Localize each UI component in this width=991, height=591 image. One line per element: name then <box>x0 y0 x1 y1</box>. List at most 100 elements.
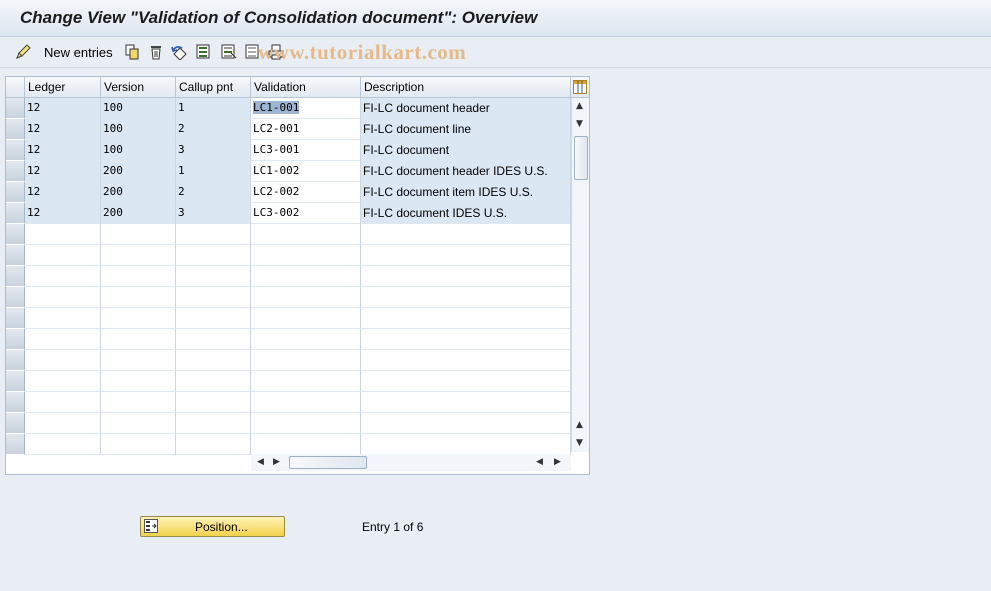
column-header-ledger[interactable]: Ledger <box>25 77 101 98</box>
row-selector[interactable] <box>6 203 25 224</box>
cell-validation[interactable]: LC2-001 <box>251 119 361 140</box>
cell-description: FI-LC document item IDES U.S. <box>361 182 571 203</box>
empty-cell <box>176 287 251 308</box>
empty-cell <box>176 329 251 350</box>
empty-cell <box>25 266 101 287</box>
undo-icon[interactable] <box>171 43 189 61</box>
empty-cell <box>101 266 176 287</box>
cell-validation[interactable]: LC2-002 <box>251 182 361 203</box>
cell-validation[interactable]: LC1-002 <box>251 161 361 182</box>
row-selector[interactable] <box>6 350 25 371</box>
scroll-up-arrow[interactable]: ▲ <box>576 101 583 111</box>
scroll-left-arrow[interactable]: ◀ <box>257 457 264 467</box>
cell-callup-pnt: 2 <box>176 182 251 203</box>
cell-validation[interactable]: LC1-001 <box>251 98 361 119</box>
row-selector[interactable] <box>6 329 25 350</box>
empty-cell <box>25 287 101 308</box>
column-header-validation[interactable]: Validation <box>251 77 361 98</box>
cell-ledger: 12 <box>25 140 101 161</box>
empty-cell <box>361 308 571 329</box>
cell-validation[interactable]: LC3-001 <box>251 140 361 161</box>
cell-ledger: 12 <box>25 98 101 119</box>
cell-ledger: 12 <box>25 161 101 182</box>
table-control: Ledger Version Callup pnt Validation Des… <box>5 76 590 475</box>
table-settings-icon[interactable] <box>573 80 587 94</box>
empty-cell <box>251 308 361 329</box>
copy-icon[interactable] <box>124 43 140 61</box>
empty-cell <box>25 224 101 245</box>
row-selector[interactable] <box>6 98 25 119</box>
row-selector[interactable] <box>6 266 25 287</box>
row-selector[interactable] <box>6 371 25 392</box>
empty-cell <box>361 245 571 266</box>
title-bar: Change View "Validation of Consolidation… <box>0 0 991 37</box>
delete-icon[interactable] <box>148 43 164 61</box>
empty-cell <box>361 392 571 413</box>
empty-cell <box>25 434 101 455</box>
cell-callup-pnt: 3 <box>176 203 251 224</box>
empty-cell <box>176 308 251 329</box>
scroll-down-arrow[interactable]: ▼ <box>576 438 583 448</box>
empty-cell <box>251 392 361 413</box>
row-selector[interactable] <box>6 308 25 329</box>
empty-cell <box>25 308 101 329</box>
cell-version: 100 <box>101 98 176 119</box>
empty-cell <box>251 266 361 287</box>
row-selector[interactable] <box>6 413 25 434</box>
column-header-description[interactable]: Description <box>361 77 571 98</box>
row-selector[interactable] <box>6 224 25 245</box>
empty-cell <box>251 413 361 434</box>
empty-cell <box>251 434 361 455</box>
row-selector[interactable] <box>6 392 25 413</box>
empty-cell <box>176 266 251 287</box>
scroll-right-arrow[interactable]: ▶ <box>273 457 280 467</box>
scroll-right-end-arrow[interactable]: ▶ <box>554 457 561 467</box>
column-header-version[interactable]: Version <box>101 77 176 98</box>
select-all-rows-corner[interactable] <box>6 77 25 98</box>
row-selector[interactable] <box>6 434 25 455</box>
cell-ledger: 12 <box>25 119 101 140</box>
select-all-icon[interactable] <box>196 43 212 61</box>
vertical-scroll-thumb[interactable] <box>574 136 588 180</box>
vertical-scrollbar[interactable]: ▲ ▼ ▲ ▼ <box>571 98 589 452</box>
scroll-left-end-arrow[interactable]: ◀ <box>536 457 543 467</box>
cell-version: 100 <box>101 119 176 140</box>
new-entries-button[interactable]: New entries <box>44 43 114 61</box>
empty-cell <box>251 245 361 266</box>
row-selector[interactable] <box>6 161 25 182</box>
row-selector[interactable] <box>6 245 25 266</box>
empty-cell <box>101 434 176 455</box>
cell-description: FI-LC document header <box>361 98 571 119</box>
row-selector[interactable] <box>6 140 25 161</box>
empty-cell <box>251 329 361 350</box>
cell-callup-pnt: 3 <box>176 140 251 161</box>
horizontal-scrollbar[interactable]: ◀ ▶ ◀ ▶ <box>251 454 571 471</box>
row-selector[interactable] <box>6 182 25 203</box>
column-header-callup-pnt[interactable]: Callup pnt <box>176 77 251 98</box>
empty-cell <box>361 266 571 287</box>
empty-cell <box>176 371 251 392</box>
scroll-page-down-arrow[interactable]: ▼ <box>576 119 583 129</box>
cell-version: 200 <box>101 203 176 224</box>
entry-counter: Entry 1 of 6 <box>362 520 424 534</box>
cell-description: FI-LC document header IDES U.S. <box>361 161 571 182</box>
cell-description: FI-LC document line <box>361 119 571 140</box>
scroll-page-up-arrow[interactable]: ▲ <box>576 420 583 430</box>
edit-pencil-icon[interactable] <box>14 43 34 61</box>
cell-description: FI-LC document <box>361 140 571 161</box>
horizontal-scroll-thumb[interactable] <box>289 456 367 469</box>
cell-validation[interactable]: LC3-002 <box>251 203 361 224</box>
empty-cell <box>25 413 101 434</box>
position-button[interactable]: Position... <box>140 516 285 537</box>
empty-cell <box>251 350 361 371</box>
row-selector[interactable] <box>6 287 25 308</box>
empty-cell <box>176 413 251 434</box>
empty-cell <box>101 413 176 434</box>
empty-cell <box>361 434 571 455</box>
empty-cell <box>101 287 176 308</box>
row-selector[interactable] <box>6 119 25 140</box>
position-button-label: Position... <box>195 520 248 534</box>
cell-version: 200 <box>101 161 176 182</box>
select-block-icon[interactable] <box>221 43 237 61</box>
empty-cell <box>361 371 571 392</box>
